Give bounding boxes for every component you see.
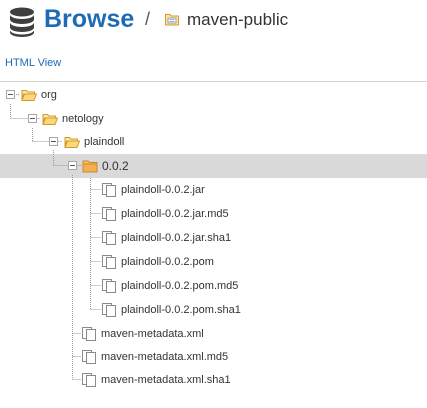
folder-open-icon xyxy=(64,137,80,148)
tree-file-pom-md5[interactable]: plaindoll-0.0.2.pom.md5 xyxy=(101,275,238,297)
tree-node-label: plaindoll-0.0.2.jar.md5 xyxy=(121,208,229,220)
tree-file-maven-metadata-md5[interactable]: maven-metadata.xml.md5 xyxy=(81,346,228,368)
breadcrumb-repository[interactable]: maven-public xyxy=(187,9,288,31)
tree-node-label: netology xyxy=(62,113,104,125)
folder-version-icon xyxy=(82,160,98,173)
tree-node-label: org xyxy=(41,89,57,101)
page-title: Browse xyxy=(44,5,135,33)
tree-node-label: plaindoll-0.0.2.pom.md5 xyxy=(121,280,239,292)
repository-tree[interactable]: org netology plaindoll 0.0.2 plaindoll-0… xyxy=(0,82,427,408)
file-copy-icon xyxy=(102,231,116,245)
tree-node-plaindoll[interactable]: plaindoll xyxy=(64,131,124,153)
repository-icon xyxy=(165,14,179,26)
tree-node-label: plaindoll-0.0.2.pom xyxy=(121,256,214,268)
tree-node-org[interactable]: org xyxy=(21,84,57,106)
breadcrumb-separator: / xyxy=(145,9,151,29)
tree-node-label: maven-metadata.xml xyxy=(101,328,204,340)
tree-node-label: plaindoll-0.0.2.pom.sha1 xyxy=(121,304,241,316)
page-header: Browse / maven-public xyxy=(0,0,427,44)
file-copy-icon xyxy=(82,350,96,364)
collapse-toggle-plaindoll[interactable] xyxy=(49,137,58,146)
tree-node-label: plaindoll-0.0.2.jar xyxy=(121,184,205,196)
collapse-toggle-0-0-2[interactable] xyxy=(68,161,77,170)
file-copy-icon xyxy=(102,207,116,221)
tree-node-label: maven-metadata.xml.md5 xyxy=(101,351,229,363)
collapse-toggle-netology[interactable] xyxy=(28,114,37,123)
file-copy-icon xyxy=(102,279,116,293)
tree-node-label: 0.0.2 xyxy=(102,159,129,173)
tree-node-netology[interactable]: netology xyxy=(42,108,104,130)
folder-open-icon xyxy=(21,90,37,101)
tree-file-jar[interactable]: plaindoll-0.0.2.jar xyxy=(101,179,205,201)
tree-file-maven-metadata[interactable]: maven-metadata.xml xyxy=(81,323,204,345)
file-copy-icon xyxy=(82,373,96,387)
tree-file-jar-md5[interactable]: plaindoll-0.0.2.jar.md5 xyxy=(101,203,229,225)
folder-open-icon xyxy=(42,114,58,125)
tree-file-maven-metadata-sha1[interactable]: maven-metadata.xml.sha1 xyxy=(81,369,231,391)
file-copy-icon xyxy=(102,303,116,317)
tree-file-pom[interactable]: plaindoll-0.0.2.pom xyxy=(101,251,214,273)
file-copy-icon xyxy=(102,183,116,197)
file-copy-icon xyxy=(82,327,96,341)
tree-node-label: plaindoll xyxy=(84,136,125,148)
file-copy-icon xyxy=(102,255,116,269)
tree-node-version[interactable]: 0.0.2 xyxy=(82,155,129,177)
tree-node-label: maven-metadata.xml.sha1 xyxy=(101,374,231,386)
database-icon xyxy=(10,7,34,37)
tree-file-pom-sha1[interactable]: plaindoll-0.0.2.pom.sha1 xyxy=(101,299,241,321)
tree-node-label: plaindoll-0.0.2.jar.sha1 xyxy=(121,232,232,244)
collapse-toggle-org[interactable] xyxy=(6,90,15,99)
tree-file-jar-sha1[interactable]: plaindoll-0.0.2.jar.sha1 xyxy=(101,227,231,249)
html-view-link[interactable]: HTML View xyxy=(5,56,61,70)
